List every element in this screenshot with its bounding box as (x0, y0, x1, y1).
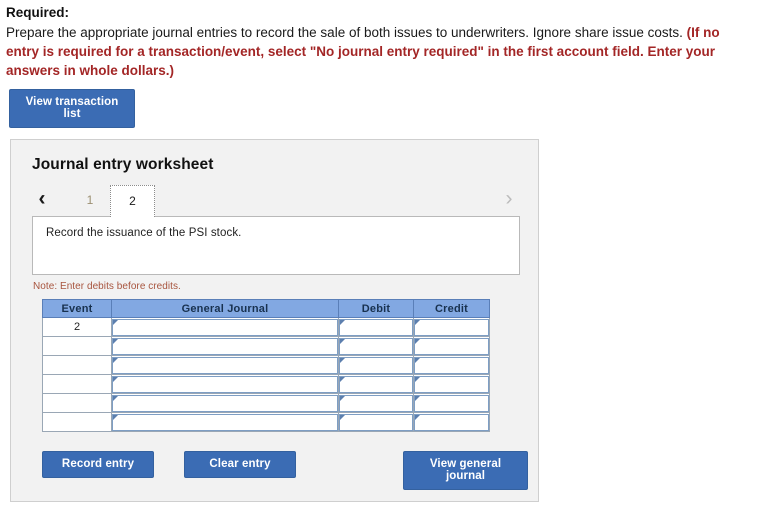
debit-input[interactable] (339, 394, 413, 412)
general-journal-cell[interactable] (111, 412, 339, 432)
chevron-left-icon[interactable]: ‹ (32, 185, 52, 213)
table-header-row: Event General Journal Debit Credit (42, 299, 490, 318)
general-journal-cell[interactable] (111, 374, 339, 394)
event-number-cell (42, 374, 112, 394)
column-header-credit: Credit (413, 299, 490, 318)
column-header-debit: Debit (338, 299, 414, 318)
transaction-list-toolbar: View transaction list (0, 80, 762, 128)
credit-cell[interactable] (413, 336, 490, 356)
general-journal-input[interactable] (112, 413, 338, 431)
credit-cell[interactable] (413, 317, 490, 337)
required-instructions: Required: Prepare the appropriate journa… (0, 0, 762, 80)
general-journal-input[interactable] (112, 356, 338, 374)
debit-input[interactable] (339, 337, 413, 355)
general-journal-cell[interactable] (111, 355, 339, 375)
credit-input[interactable] (414, 375, 489, 393)
general-journal-input[interactable] (112, 394, 338, 412)
table-row (42, 412, 490, 432)
debit-cell[interactable] (338, 317, 414, 337)
journal-entry-table: Event General Journal Debit Credit 2 (42, 299, 490, 432)
debit-input[interactable] (339, 413, 413, 431)
debit-cell[interactable] (338, 393, 414, 413)
journal-entry-worksheet-panel: Journal entry worksheet ‹ 1 2 › Record t… (10, 139, 539, 502)
required-text-plain: Prepare the appropriate journal entries … (6, 25, 687, 40)
credit-input[interactable] (414, 413, 489, 431)
debit-cell[interactable] (338, 355, 414, 375)
worksheet-footer: Record entry Clear entry View general jo… (11, 451, 538, 491)
column-header-event: Event (42, 299, 112, 318)
credit-cell[interactable] (413, 393, 490, 413)
debit-cell[interactable] (338, 412, 414, 432)
clear-entry-button[interactable]: Clear entry (184, 451, 296, 478)
table-row (42, 393, 490, 413)
general-journal-input[interactable] (112, 337, 338, 355)
credit-cell[interactable] (413, 355, 490, 375)
credit-cell[interactable] (413, 412, 490, 432)
credit-input[interactable] (414, 337, 489, 355)
view-general-journal-button[interactable]: View general journal (403, 451, 528, 490)
debit-cell[interactable] (338, 374, 414, 394)
general-journal-cell[interactable] (111, 317, 339, 337)
general-journal-cell[interactable] (111, 393, 339, 413)
table-row (42, 374, 490, 394)
credit-input[interactable] (414, 318, 489, 336)
event-number-cell (42, 393, 112, 413)
record-entry-button[interactable]: Record entry (42, 451, 154, 478)
chevron-right-icon[interactable]: › (499, 185, 519, 213)
worksheet-tab-1[interactable]: 1 (76, 185, 104, 215)
required-paragraph: Prepare the appropriate journal entries … (6, 23, 754, 80)
view-transaction-list-button[interactable]: View transaction list (9, 89, 135, 128)
credit-input[interactable] (414, 394, 489, 412)
column-header-general-journal: General Journal (111, 299, 339, 318)
worksheet-tab-2[interactable]: 2 (110, 185, 155, 217)
credit-input[interactable] (414, 356, 489, 374)
debit-cell[interactable] (338, 336, 414, 356)
worksheet-title: Journal entry worksheet (32, 156, 214, 173)
event-number-cell (42, 412, 112, 432)
credit-cell[interactable] (413, 374, 490, 394)
worksheet-tabstrip: ‹ 1 2 › (32, 185, 520, 217)
table-row (42, 355, 490, 375)
entry-description-text: Record the issuance of the PSI stock. (46, 227, 242, 239)
required-heading: Required: (6, 5, 70, 20)
event-number-cell: 2 (42, 317, 112, 337)
event-number-cell (42, 336, 112, 356)
event-number-cell (42, 355, 112, 375)
general-journal-cell[interactable] (111, 336, 339, 356)
table-row (42, 336, 490, 356)
general-journal-input[interactable] (112, 318, 338, 336)
debit-input[interactable] (339, 375, 413, 393)
entry-description-box: Record the issuance of the PSI stock. (32, 216, 520, 275)
general-journal-input[interactable] (112, 375, 338, 393)
debit-input[interactable] (339, 318, 413, 336)
table-row: 2 (42, 317, 490, 337)
debit-input[interactable] (339, 356, 413, 374)
debits-before-credits-note: Note: Enter debits before credits. (33, 281, 181, 292)
